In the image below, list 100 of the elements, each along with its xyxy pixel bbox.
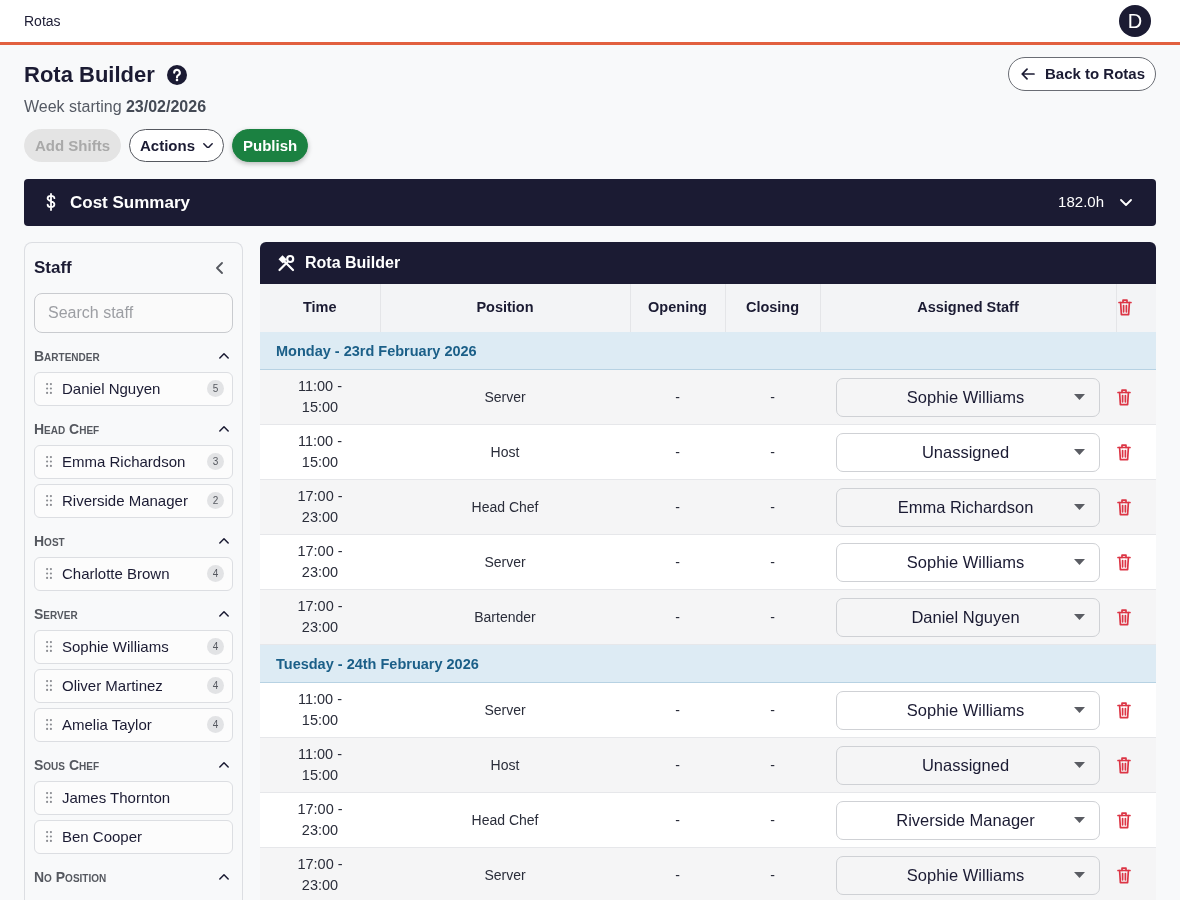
trash-icon[interactable] bbox=[1117, 498, 1131, 516]
back-button[interactable]: Back to Rotas bbox=[1007, 57, 1156, 91]
caret-icon bbox=[1074, 394, 1085, 401]
opening-value: - bbox=[675, 553, 680, 570]
opening-value: - bbox=[675, 388, 680, 405]
closing-value: - bbox=[770, 388, 775, 405]
day-heading: Monday - 23rd February 2026 bbox=[276, 342, 477, 359]
closing-value: - bbox=[770, 443, 775, 460]
staff-select[interactable]: Sophie Williams bbox=[836, 542, 1100, 582]
staff-name: Oliver Martinez bbox=[62, 675, 164, 696]
trash-icon[interactable] bbox=[1117, 866, 1131, 884]
chevron-down-icon[interactable] bbox=[1120, 198, 1132, 206]
staff-item[interactable]: Emma Richardson 3 bbox=[34, 444, 233, 479]
staff-item[interactable]: Ben Cooper bbox=[34, 819, 233, 854]
drag-handle-icon[interactable] bbox=[46, 641, 52, 653]
drag-handle-icon[interactable] bbox=[46, 495, 52, 507]
shift-time: 17:00 - 23:00 bbox=[296, 597, 344, 638]
shift-time: 17:00 - 23:00 bbox=[296, 542, 344, 583]
user-avatar[interactable]: D bbox=[1119, 5, 1151, 37]
drag-handle-icon[interactable] bbox=[46, 680, 52, 692]
group-heading: Head Chef bbox=[34, 420, 100, 437]
closing-value: - bbox=[770, 701, 775, 718]
chevron-up-icon[interactable] bbox=[219, 610, 229, 617]
trash-icon[interactable] bbox=[1117, 553, 1131, 571]
staff-select[interactable]: Unassigned bbox=[836, 745, 1100, 785]
opening-value: - bbox=[675, 608, 680, 625]
caret-icon bbox=[1074, 707, 1085, 714]
total-hours: 182.0h bbox=[1058, 192, 1104, 213]
closing-value: - bbox=[770, 756, 775, 773]
arrow-left-icon bbox=[1020, 68, 1035, 80]
panel-title: Staff bbox=[34, 257, 72, 279]
staff-name: Charlotte Brown bbox=[62, 563, 171, 584]
help-icon[interactable] bbox=[166, 65, 187, 85]
chevron-up-icon[interactable] bbox=[219, 425, 229, 432]
trash-icon[interactable] bbox=[1117, 443, 1131, 461]
chevron-up-icon[interactable] bbox=[219, 873, 229, 880]
staff-name: James Thornton bbox=[62, 787, 172, 808]
drag-handle-icon[interactable] bbox=[46, 831, 52, 843]
trash-icon[interactable] bbox=[1117, 299, 1132, 317]
chevron-up-icon[interactable] bbox=[219, 537, 229, 544]
position-name: Head Chef bbox=[471, 811, 539, 828]
group-heading: No Position bbox=[34, 868, 107, 885]
staff-select[interactable]: Daniel Nguyen bbox=[836, 597, 1100, 637]
tools-icon bbox=[277, 253, 295, 272]
staff-item[interactable]: Sophie Williams 4 bbox=[34, 629, 233, 664]
column-header: Closing bbox=[745, 298, 800, 315]
opening-value: - bbox=[675, 756, 680, 773]
drag-handle-icon[interactable] bbox=[46, 568, 52, 580]
trash-icon[interactable] bbox=[1117, 388, 1131, 406]
trash-icon[interactable] bbox=[1117, 608, 1131, 626]
trash-icon[interactable] bbox=[1117, 811, 1131, 829]
staff-item[interactable]: James Thornton bbox=[34, 780, 233, 815]
caret-icon bbox=[1074, 559, 1085, 566]
chevron-up-icon[interactable] bbox=[219, 761, 229, 768]
trash-icon[interactable] bbox=[1117, 756, 1131, 774]
cost-summary-title: Cost Summary bbox=[70, 191, 190, 214]
drag-handle-icon[interactable] bbox=[46, 792, 52, 804]
staff-select[interactable]: Emma Richardson bbox=[836, 487, 1100, 527]
staff-item[interactable]: Amelia Taylor 4 bbox=[34, 707, 233, 742]
shift-count: 3 bbox=[207, 453, 224, 471]
opening-value: - bbox=[675, 811, 680, 828]
staff-item[interactable]: Riverside Manager 2 bbox=[34, 483, 233, 518]
chevron-up-icon[interactable] bbox=[219, 352, 229, 359]
drag-handle-icon[interactable] bbox=[46, 719, 52, 731]
staff-name: Riverside Manager bbox=[62, 490, 189, 511]
staff-select[interactable]: Riverside Manager bbox=[836, 800, 1100, 840]
staff-select[interactable]: Sophie Williams bbox=[836, 377, 1100, 417]
shift-time: 11:00 - 15:00 bbox=[296, 432, 344, 473]
shift-count: 4 bbox=[207, 638, 224, 656]
staff-select[interactable]: Unassigned bbox=[836, 432, 1100, 472]
cost-summary-bar[interactable]: Cost Summary 182.0h bbox=[24, 179, 1156, 226]
dropdown-button[interactable]: Actions bbox=[129, 129, 224, 162]
search-field[interactable]: Search staff bbox=[34, 292, 233, 333]
staff-item[interactable]: Oliver Martinez 4 bbox=[34, 668, 233, 703]
column-header: Opening bbox=[648, 298, 707, 315]
shift-time: 11:00 - 15:00 bbox=[296, 377, 344, 418]
staff-name: Emma Richardson bbox=[62, 451, 187, 472]
staff-item[interactable]: Charlotte Brown 4 bbox=[34, 556, 233, 591]
toolbar-button[interactable]: Publish bbox=[232, 129, 309, 162]
shift-count: 5 bbox=[207, 380, 224, 398]
staff-name: Ben Cooper bbox=[62, 826, 144, 847]
chevron-down-icon bbox=[203, 142, 213, 149]
group-heading: Server bbox=[34, 605, 78, 622]
closing-value: - bbox=[770, 811, 775, 828]
trash-icon[interactable] bbox=[1117, 701, 1131, 719]
caret-icon bbox=[1074, 614, 1085, 621]
staff-item[interactable]: Daniel Nguyen 5 bbox=[34, 371, 233, 406]
staff-select[interactable]: Sophie Williams bbox=[836, 855, 1100, 895]
closing-value: - bbox=[770, 608, 775, 625]
drag-handle-icon[interactable] bbox=[46, 383, 52, 395]
caret-icon bbox=[1074, 817, 1085, 824]
staff-name: Amelia Taylor bbox=[62, 714, 153, 735]
drag-handle-icon[interactable] bbox=[46, 456, 52, 468]
position-name: Host bbox=[490, 443, 520, 460]
position-name: Bartender bbox=[474, 608, 536, 625]
staff-select[interactable]: Sophie Williams bbox=[836, 690, 1100, 730]
column-header: Time bbox=[302, 298, 337, 315]
chevron-left-icon[interactable] bbox=[216, 261, 223, 274]
shift-time: 17:00 - 23:00 bbox=[296, 800, 344, 841]
shift-time: 17:00 - 23:00 bbox=[296, 487, 344, 528]
